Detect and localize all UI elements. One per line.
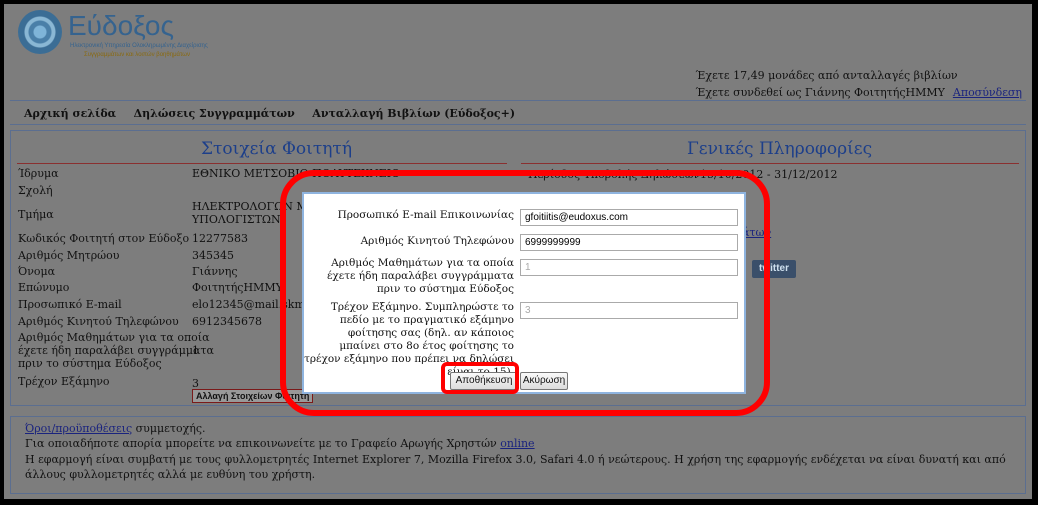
label-registry-number: Αριθμός Μητρώου <box>18 249 120 262</box>
screen-frame: Εύδοξος Ηλεκτρονική Υπηρεσία Ολοκληρωμέν… <box>4 4 1032 499</box>
credits-text: Έχετε 17,49 μονάδες από ανταλλαγές βιβλί… <box>695 69 958 82</box>
divider <box>17 163 507 164</box>
label-department: Τμήμα <box>18 208 54 221</box>
value-courses: 1 <box>192 344 199 357</box>
main-nav: Αρχική σελίδα Δηλώσεις Συγγραμμάτων Αντα… <box>10 102 1026 125</box>
student-section-title: Στοιχεία Φοιτητή <box>201 139 352 159</box>
eudoxus-logo[interactable]: Εύδοξος Ηλεκτρονική Υπηρεσία Ολοκληρωμέν… <box>18 10 208 66</box>
save-highlight-annotation <box>441 362 519 394</box>
value-student-code: 12277583 <box>192 232 248 245</box>
value-registry-number: 345345 <box>192 249 234 262</box>
label-email: Προσωπικό E-mail <box>18 298 122 311</box>
label-phone: Αριθμός Κινητού Τηλεφώνου <box>18 315 179 328</box>
footer: Όροι/προϋποθέσεις συμμετοχής. Για οποιαδ… <box>10 416 1026 494</box>
label-courses: Αριθμός Μαθημάτων για τα οποία <box>18 331 210 344</box>
logo-name: Εύδοξος <box>68 10 174 41</box>
value-last-name: ΦοιτητήςΗΜΜΥ <box>192 281 283 294</box>
dialog-highlight-annotation <box>280 170 770 416</box>
page: Εύδοξος Ηλεκτρονική Υπηρεσία Ολοκληρωμέν… <box>10 4 1026 499</box>
terms-text: συμμετοχής. <box>132 422 206 435</box>
logo-emblem-icon <box>18 10 62 54</box>
label-courses-3: πριν το σύστημα Εύδοξος <box>18 357 162 370</box>
divider <box>10 100 1026 101</box>
divider <box>521 163 1019 164</box>
label-school: Σχολή <box>18 184 53 197</box>
label-institution: Ίδρυμα <box>18 167 59 180</box>
terms-link[interactable]: Όροι/προϋποθέσεις <box>25 422 132 435</box>
label-student-code: Κωδικός Φοιτητή στον Εύδοξο <box>18 232 190 245</box>
general-section-title: Γενικές Πληροφορίες <box>687 139 873 159</box>
label-first-name: Όνομα <box>18 265 56 278</box>
value-first-name: Γιάννης <box>192 265 238 278</box>
compatibility-text: Η εφαρμογή είναι συμβατή με τους φυλλομε… <box>25 453 1006 481</box>
label-semester: Τρέχον Εξάμηνο <box>18 375 110 388</box>
nav-home[interactable]: Αρχική σελίδα <box>24 107 116 120</box>
contact-text: Για οποιαδήποτε απορία μπορείτε να επικο… <box>25 437 501 450</box>
logo-subtitle-2: Συγγραμμάτων και λοιπών βοηθημάτων <box>84 52 190 58</box>
value-department-line2: ΥΠΟΛΟΓΙΣΤΩΝ <box>192 213 281 226</box>
label-last-name: Επώνυμο <box>18 281 70 294</box>
logout-link[interactable]: Αποσύνδεση <box>953 86 1022 99</box>
nav-declarations[interactable]: Δηλώσεις Συγγραμμάτων <box>134 107 295 120</box>
label-courses-2: έχετε ήδη παραλάβει συγγράμματα <box>18 344 214 357</box>
contact-online-link[interactable]: online <box>500 437 534 450</box>
logged-in-text: Έχετε συνδεθεί ως Γιάννης ΦοιτητήςΗΜΜΥ <box>695 86 945 99</box>
user-info: Έχετε 17,49 μονάδες από ανταλλαγές βιβλί… <box>696 67 1022 101</box>
logo-subtitle: Ηλεκτρονική Υπηρεσία Ολοκληρωμένης Διαχε… <box>70 43 208 49</box>
value-phone: 6912345678 <box>192 315 262 328</box>
nav-book-exchange[interactable]: Ανταλλαγή Βιβλίων (Εύδοξος+) <box>312 107 515 120</box>
